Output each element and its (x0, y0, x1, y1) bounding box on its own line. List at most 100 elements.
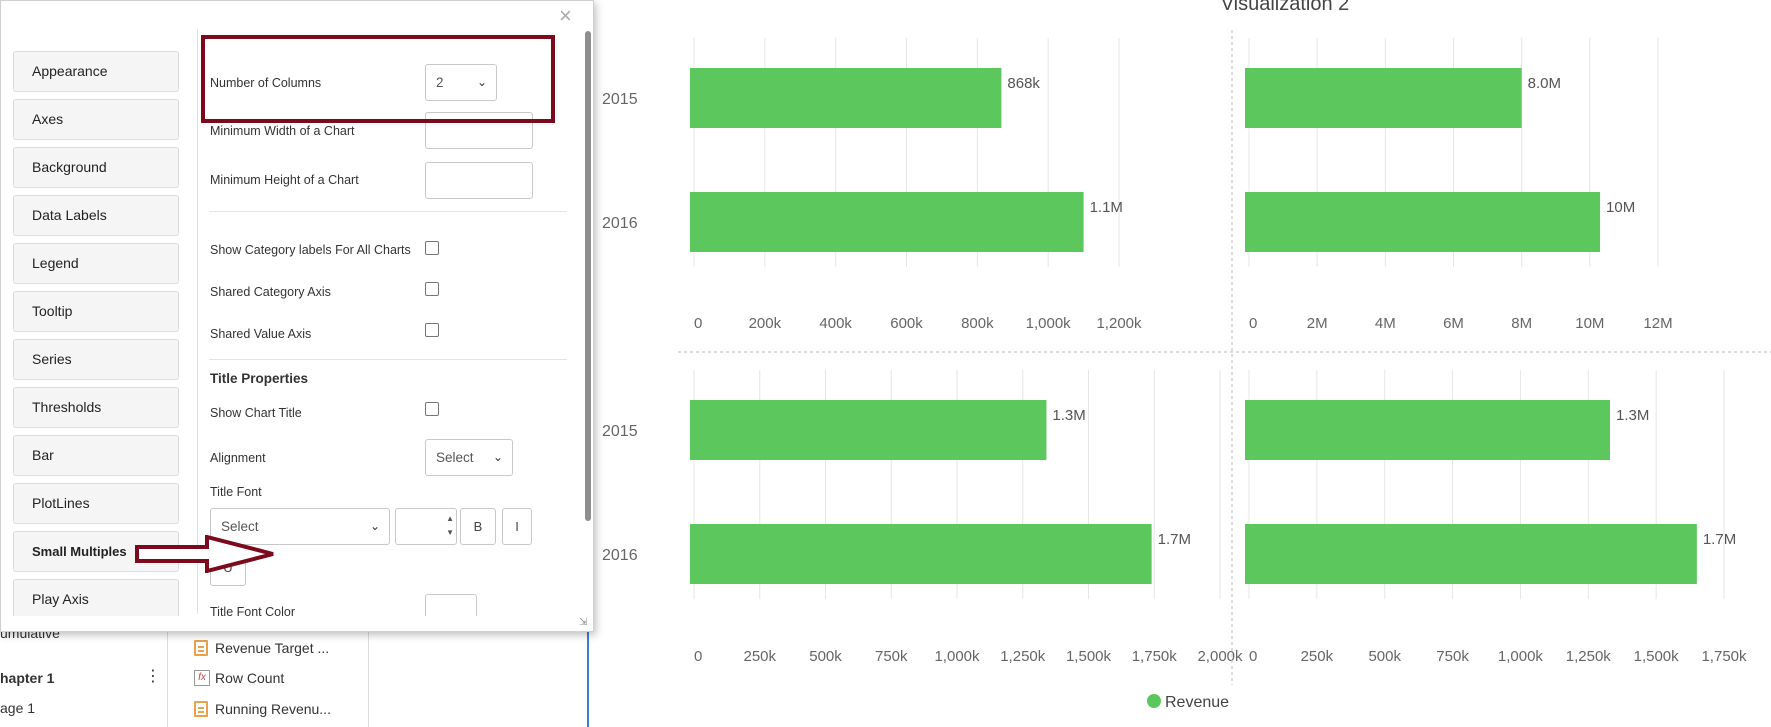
min-height-label: Minimum Height of a Chart (210, 173, 359, 187)
nav-item-label: Data Labels (32, 207, 107, 223)
field-item[interactable]: Running Revenu... (215, 701, 331, 717)
nav-item-series[interactable]: Series (13, 339, 179, 380)
alignment-select[interactable]: Select ⌄ (425, 439, 513, 476)
tree-item-page[interactable]: age 1 (0, 700, 35, 716)
bold-button[interactable]: B (460, 508, 496, 545)
nav-item-label: Bar (32, 447, 54, 463)
x-tick-label: 1,000k (1026, 315, 1072, 332)
column-divider (368, 620, 369, 727)
category-label: 2016 (602, 547, 638, 564)
show-chart-title-checkbox[interactable] (425, 402, 439, 416)
nav-item-appearance[interactable]: Appearance (13, 51, 179, 92)
x-tick-label: 0 (1249, 648, 1257, 665)
nav-item-thresholds[interactable]: Thresholds (13, 387, 179, 428)
nav-item-background[interactable]: Background (13, 147, 179, 188)
divider (209, 211, 567, 212)
nav-item-axes[interactable]: Axes (13, 99, 179, 140)
min-height-input[interactable] (425, 162, 533, 199)
shared-category-axis-checkbox[interactable] (425, 282, 439, 296)
nav-item-plotlines[interactable]: PlotLines (13, 483, 179, 524)
panel-divider (587, 620, 589, 727)
shared-value-axis-label: Shared Value Axis (210, 327, 312, 341)
nav-item-legend[interactable]: Legend (13, 243, 179, 284)
show-chart-title-label: Show Chart Title (210, 406, 302, 420)
x-tick-label: 0 (694, 315, 702, 332)
bar (1245, 524, 1697, 584)
x-tick-label: 400k (819, 315, 852, 332)
x-tick-label: 500k (1368, 648, 1401, 665)
min-width-label: Minimum Width of a Chart (210, 124, 355, 138)
italic-button[interactable]: I (502, 508, 532, 545)
title-font-label: Title Font (210, 485, 262, 499)
resize-handle-icon[interactable]: ⇲ (579, 617, 587, 628)
data-label: 10M (1606, 199, 1635, 216)
column-divider (167, 620, 168, 727)
x-tick-label: 1,250k (1566, 648, 1612, 665)
title-font-value: Select (221, 519, 259, 534)
bar (690, 524, 1152, 584)
report-tree: umulative hapter 1 ⋮ age 1 Revenue Targe… (0, 620, 590, 727)
x-tick-label: 1,500k (1634, 648, 1680, 665)
nav-item-label: Axes (32, 111, 64, 127)
title-font-size-stepper[interactable]: ▲ ▼ (395, 508, 457, 545)
x-tick-label: 2,000k (1197, 648, 1243, 665)
kebab-menu-icon[interactable]: ⋮ (145, 666, 161, 686)
nav-item-label: Play Axis (32, 591, 89, 607)
x-tick-label: 1,000k (934, 648, 980, 665)
x-tick-label: 1,200k (1096, 315, 1142, 332)
x-tick-label: 1,000k (1498, 648, 1544, 665)
legend-marker (1147, 694, 1161, 708)
nav-item-label: Thresholds (32, 399, 102, 415)
x-tick-label: 2M (1307, 315, 1328, 332)
nav-item-label: PlotLines (32, 495, 90, 511)
x-tick-label: 250k (1301, 648, 1334, 665)
show-category-labels-checkbox[interactable] (425, 241, 439, 255)
nav-item-data-labels[interactable]: Data Labels (13, 195, 179, 236)
chart-properties-dialog: × Appearance Axes Background Data Labels Leg… (0, 0, 594, 632)
x-tick-label: 200k (749, 315, 782, 332)
nav-item-bar[interactable]: Bar (13, 435, 179, 476)
small-multiples-chart: Visualization 2 0 200k 400k 600k 800k 1,000k 1,… (590, 0, 1771, 727)
properties-nav: Appearance Axes Background Data Labels Legen… (13, 51, 181, 616)
chart-title: Visualization 2 (1221, 0, 1350, 15)
x-tick-label: 600k (890, 315, 923, 332)
data-label: 1.3M (1616, 407, 1649, 424)
category-label: 2015 (602, 91, 638, 108)
title-properties-heading: Title Properties (210, 371, 309, 386)
alignment-value: Select (436, 450, 474, 465)
measure-icon (194, 701, 208, 717)
x-tick-label: 750k (875, 648, 908, 665)
title-font-color-picker[interactable] (425, 594, 477, 616)
data-label: 1.7M (1703, 531, 1736, 548)
dialog-scrollbar[interactable] (585, 31, 591, 521)
bar (690, 68, 1002, 128)
data-label: 1.3M (1052, 407, 1085, 424)
x-tick-label: 250k (743, 648, 776, 665)
field-item[interactable]: Revenue Target ... (215, 640, 329, 656)
field-item[interactable]: Row Count (215, 670, 284, 686)
chevron-down-icon: ⌄ (369, 519, 380, 533)
legend-label: Revenue (1165, 694, 1229, 711)
close-icon[interactable]: × (559, 5, 572, 27)
alignment-label: Alignment (210, 451, 266, 465)
nav-item-tooltip[interactable]: Tooltip (13, 291, 179, 332)
category-label: 2015 (602, 423, 638, 440)
shared-value-axis-checkbox[interactable] (425, 323, 439, 337)
nav-item-label: Tooltip (32, 303, 73, 319)
show-category-labels-label: Show Category labels For All Charts (210, 243, 411, 257)
highlight-annotation (201, 35, 555, 123)
x-tick-label: 12M (1643, 315, 1672, 332)
tree-item-chapter[interactable]: hapter 1 (0, 670, 54, 686)
x-tick-label: 1,500k (1066, 648, 1112, 665)
data-label: 868k (1007, 75, 1040, 92)
x-tick-label: 0 (1249, 315, 1257, 332)
x-tick-label: 1,750k (1132, 648, 1178, 665)
chart-canvas: Visualization 2 0 200k 400k 600k 800k 1,000k 1,… (602, 0, 1771, 711)
stepper-arrows-icon[interactable]: ▲ ▼ (446, 512, 454, 540)
bar (1245, 400, 1610, 460)
chevron-down-icon: ⌄ (492, 450, 503, 464)
x-tick-label: 1,750k (1701, 648, 1747, 665)
divider (209, 359, 567, 360)
nav-item-play-axis[interactable]: Play Axis (13, 579, 179, 616)
x-tick-label: 500k (809, 648, 842, 665)
